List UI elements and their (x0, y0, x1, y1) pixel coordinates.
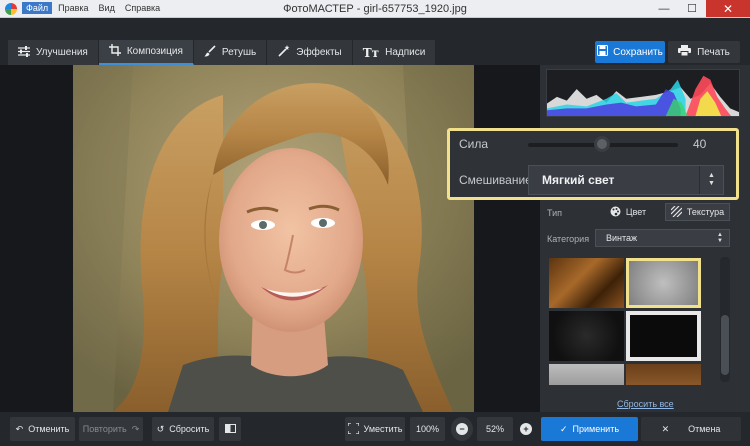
undo-icon: ↶ (15, 423, 24, 434)
blend-mode-value: Мягкий свет (542, 173, 615, 187)
redo-icon: ↷ (131, 423, 140, 434)
magic-wand-icon (277, 45, 290, 60)
window-title: ФотоМАСТЕР - girl-657753_1920.jpg (283, 3, 467, 15)
canvas-area (0, 65, 540, 412)
apply-label: Применить (572, 424, 620, 434)
tab-enhance[interactable]: Улучшения (8, 40, 99, 65)
tab-label: Эффекты (296, 47, 342, 58)
highlighted-controls: Сила 40 Смешивание Мягкий свет ▲ ▼ (447, 128, 739, 200)
print-button[interactable]: Печать (668, 41, 740, 63)
texture-thumb[interactable] (549, 311, 624, 361)
fit-button[interactable]: Уместить (345, 417, 405, 441)
compare-icon (224, 423, 236, 436)
fit-icon (346, 421, 360, 436)
tab-label: Надписи (385, 47, 426, 58)
texture-thumb[interactable] (626, 364, 701, 385)
floppy-icon (597, 45, 609, 59)
printer-icon (678, 45, 692, 59)
reset-button[interactable]: ↺ Сбросить (152, 417, 214, 441)
reset-label: Сбросить (169, 424, 210, 434)
tab-label: Улучшения (36, 47, 88, 58)
redo-button[interactable]: Повторить ↷ (79, 417, 143, 441)
minus-icon: − (456, 423, 468, 435)
texture-thumb-selected[interactable] (626, 258, 701, 308)
texture-icon (670, 205, 683, 219)
cancel-button[interactable]: ✕ Отмена (641, 417, 741, 441)
plus-icon: + (520, 423, 532, 435)
tab-composition[interactable]: Композиция (98, 40, 194, 65)
window-controls: — ☐ ✕ (650, 0, 750, 17)
strength-slider-handle[interactable] (594, 136, 610, 152)
cancel-label: Отмена (688, 424, 721, 434)
crop-icon (108, 44, 121, 59)
tab-retouch[interactable]: Ретушь (193, 40, 268, 65)
title-bar: Файл Правка Вид Справка ФотоМАСТЕР - gir… (0, 0, 750, 18)
sliders-icon (18, 45, 30, 60)
maximize-button[interactable]: ☐ (678, 0, 706, 17)
histogram (546, 69, 740, 117)
blend-mode-select[interactable]: Мягкий свет ▲ ▼ (528, 165, 724, 195)
updown-icon: ▲ ▼ (699, 166, 723, 194)
apply-button[interactable]: ✓ Применить (541, 417, 638, 441)
main-toolbar: Улучшения Композиция Ретушь Эффекты Tт Н… (0, 18, 750, 65)
scrollbar-thumb[interactable] (721, 315, 729, 375)
type-color-label: Цвет (625, 207, 647, 217)
texture-thumb[interactable] (549, 258, 624, 308)
texture-grid (546, 255, 716, 385)
photo-preview[interactable] (73, 65, 474, 412)
reset-icon: ↺ (156, 423, 165, 434)
fit-label: Уместить (363, 424, 403, 434)
save-button[interactable]: Сохранить (595, 41, 665, 63)
type-color-button[interactable]: Цвет (597, 203, 659, 221)
undo-label: Отменить (28, 424, 70, 434)
tab-bar: Улучшения Композиция Ретушь Эффекты Tт Н… (8, 40, 437, 65)
strength-value: 40 (693, 137, 707, 151)
category-value: Винтаж (606, 233, 638, 243)
texture-thumb[interactable] (626, 311, 701, 361)
brush-icon (204, 45, 216, 60)
tab-label: Ретушь (221, 47, 257, 58)
texture-scrollbar[interactable] (720, 257, 730, 382)
text-icon: Tт (362, 45, 380, 60)
zoom-in-button[interactable]: + (516, 417, 536, 441)
zoom-out-button[interactable]: − (451, 417, 473, 441)
category-select[interactable]: Винтаж ▲ ▼ (595, 229, 730, 247)
tab-text[interactable]: Tт Надписи (352, 40, 437, 65)
print-label: Печать (697, 46, 730, 58)
texture-thumb[interactable] (549, 364, 624, 385)
zoom-value-label: 52% (485, 424, 504, 434)
tab-effects[interactable]: Эффекты (267, 40, 353, 65)
reset-all-link[interactable]: Сбросить все (617, 399, 674, 409)
zoom-100-label: 100% (415, 424, 440, 434)
save-label: Сохранить (613, 46, 663, 58)
close-button[interactable]: ✕ (706, 0, 750, 17)
category-label: Категория (547, 234, 590, 244)
type-label: Тип (547, 208, 563, 218)
strength-label: Сила (459, 137, 489, 151)
compare-button[interactable] (219, 417, 241, 441)
check-icon: ✓ (559, 423, 568, 434)
close-icon: ✕ (661, 423, 670, 434)
blend-label: Смешивание (459, 173, 532, 187)
type-texture-label: Текстура (686, 207, 725, 217)
palette-icon (610, 206, 621, 219)
minimize-button[interactable]: — (650, 0, 678, 17)
type-texture-button[interactable]: Текстура (665, 203, 730, 221)
redo-label: Повторить (82, 424, 127, 434)
zoom-value[interactable]: 52% (477, 417, 513, 441)
undo-button[interactable]: ↶ Отменить (10, 417, 75, 441)
zoom-100-button[interactable]: 100% (410, 417, 445, 441)
tab-label: Композиция (126, 46, 183, 57)
updown-icon: ▲ ▼ (717, 232, 723, 244)
bottom-bar: ↶ Отменить Повторить ↷ ↺ Сбросить Умести… (0, 412, 750, 446)
